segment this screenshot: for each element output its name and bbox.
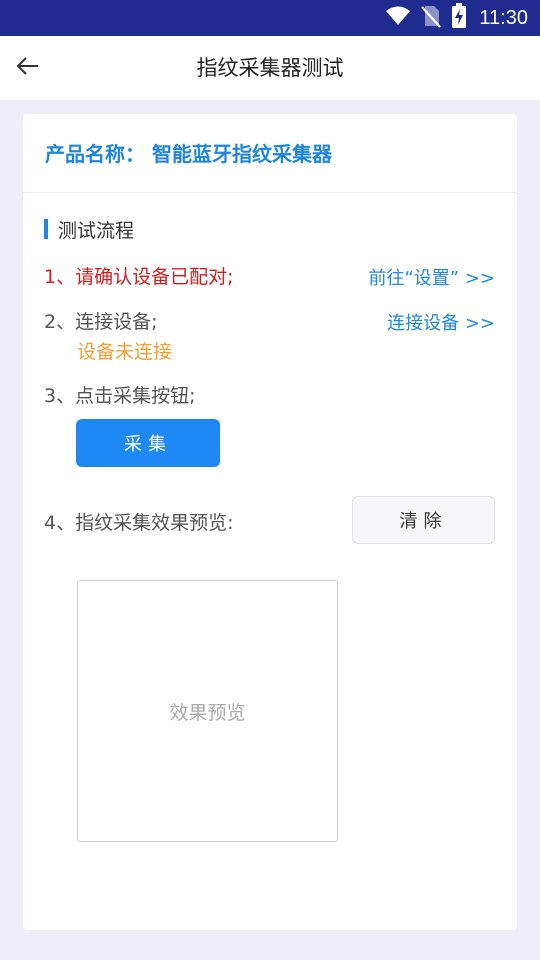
status-bar: 11:30 [0, 0, 540, 36]
product-row: 产品名称： 智能蓝牙指纹采集器 [23, 114, 517, 193]
page-title: 指纹采集器测试 [196, 56, 344, 80]
product-name: 产品名称： 智能蓝牙指纹采集器 [45, 142, 332, 166]
collect-button[interactable]: 采集 [76, 419, 220, 467]
step-2-text: 2、连接设备; [44, 311, 158, 333]
section-accent-bar [44, 219, 48, 239]
no-sim-icon [421, 4, 442, 32]
section-title: 测试流程 [44, 217, 135, 242]
step-3-text: 3、点击采集按钮; [44, 385, 196, 407]
step-1-text: 1、请确认设备已配对; [44, 266, 234, 288]
app-bar: 指纹采集器测试 [0, 36, 540, 100]
test-card: 产品名称： 智能蓝牙指纹采集器 测试流程 1、请确认设备已配对; 前往“设置” … [23, 114, 517, 930]
status-time: 11:30 [479, 6, 528, 29]
section-title-text: 测试流程 [58, 219, 135, 242]
connection-status: 设备未连接 [77, 341, 173, 363]
goto-settings-link[interactable]: 前往“设置” >> [368, 264, 495, 290]
battery-charging-icon [451, 3, 467, 33]
preview-placeholder: 效果预览 [169, 701, 246, 724]
step-4-text: 4、指纹采集效果预览: [44, 512, 234, 534]
connect-device-link[interactable]: 连接设备 >> [387, 309, 495, 335]
wifi-icon [385, 5, 411, 31]
clear-button[interactable]: 清除 [352, 496, 495, 544]
status-icons: 11:30 [385, 0, 528, 36]
fingerprint-preview-box: 效果预览 [77, 580, 338, 842]
